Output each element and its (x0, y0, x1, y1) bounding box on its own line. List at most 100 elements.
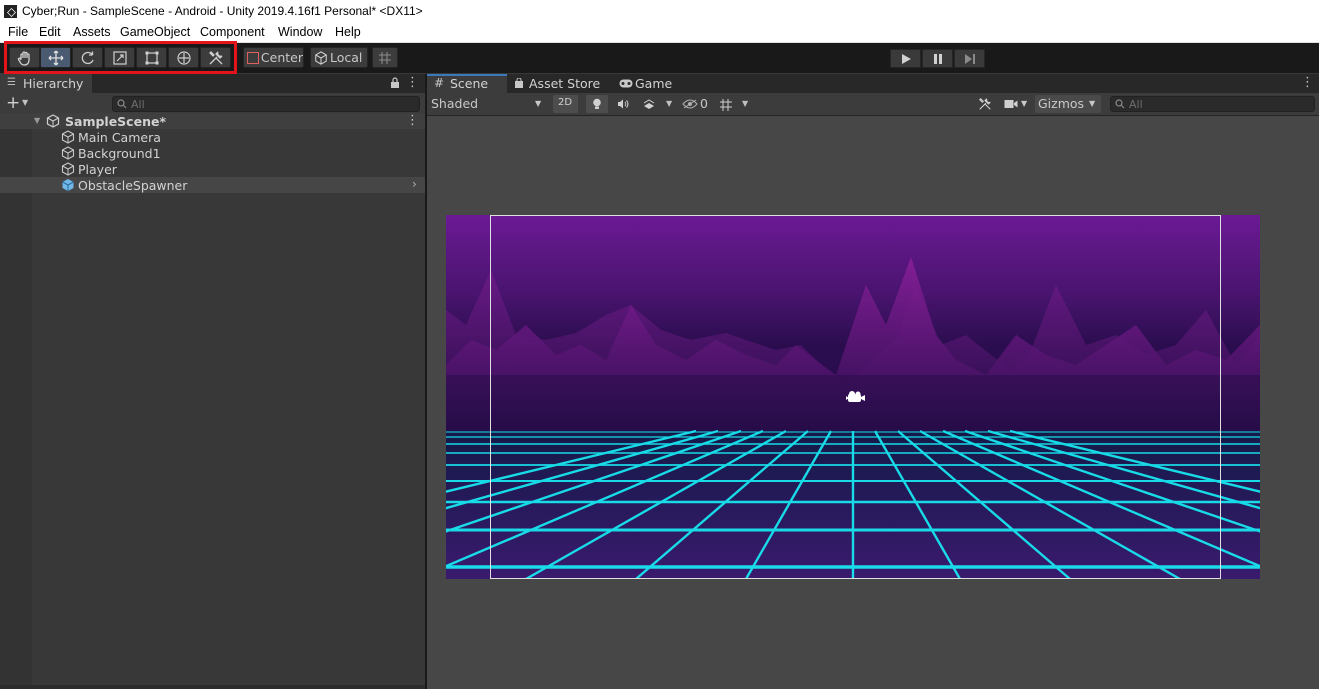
shading-mode-dropdown[interactable]: Shaded ▼ (427, 95, 547, 113)
hierarchy-item-label: Player (78, 162, 117, 177)
menu-assets[interactable]: Assets (73, 25, 111, 39)
menu-gameobject[interactable]: GameObject (120, 25, 190, 39)
hierarchy-panel: ☰ Hierarchy ⋮ + ▼ All ▼ SampleScene* ⋮ M… (0, 74, 425, 689)
unity-scene-icon (46, 114, 60, 128)
hierarchy-tab-label: Hierarchy (23, 76, 84, 91)
hierarchy-gutter (0, 115, 32, 689)
lock-icon[interactable] (390, 77, 400, 89)
tool-selection-highlight (4, 41, 237, 74)
tab-scene-label: Scene (450, 76, 489, 91)
pause-icon (933, 53, 942, 64)
hidden-objects-toggle[interactable]: 0 (681, 95, 711, 113)
pivot-center-icon (247, 51, 259, 64)
eye-slash-icon (682, 99, 698, 109)
tab-asset-store[interactable]: Asset Store (511, 74, 611, 93)
pivot-rotation-toggle[interactable]: Local (310, 47, 368, 68)
chevron-down-icon: ▼ (1089, 99, 1096, 108)
tab-scene[interactable]: # Scene (427, 74, 507, 93)
panel-menu-icon[interactable]: ⋮ (406, 75, 419, 90)
step-icon (964, 53, 975, 64)
step-button[interactable] (954, 49, 985, 68)
gizmos-label: Gizmos (1038, 96, 1085, 111)
chevron-right-icon[interactable]: › (412, 177, 417, 191)
scene-viewport[interactable] (446, 215, 1260, 579)
hierarchy-item-label: Background1 (78, 146, 161, 161)
search-placeholder: All (131, 98, 145, 111)
window-title: Cyber;Run - SampleScene - Android - Unit… (22, 4, 423, 18)
list-icon: ☰ (7, 77, 16, 88)
effects-dropdown-icon[interactable]: ▼ (666, 99, 672, 108)
hidden-objects-count: 0 (700, 96, 708, 111)
hierarchy-item[interactable]: Background1 (0, 145, 425, 161)
search-placeholder: All (1129, 98, 1143, 111)
scene-menu-icon[interactable]: ⋮ (406, 113, 419, 128)
tools-icon (978, 97, 991, 110)
tab-game-label: Game (635, 76, 673, 91)
lightbulb-icon (593, 98, 601, 109)
pivot-rotation-label: Local (330, 50, 363, 65)
hierarchy-item-selected[interactable]: ObstacleSpawner › (0, 177, 425, 193)
pivot-mode-toggle[interactable]: Center (243, 47, 304, 68)
hierarchy-tab-bar: ☰ Hierarchy ⋮ (0, 74, 425, 93)
menu-file[interactable]: File (8, 25, 28, 39)
gameobject-icon (61, 146, 75, 160)
hierarchy-item[interactable]: Main Camera (0, 129, 425, 145)
chevron-down-icon: ▼ (1021, 99, 1028, 108)
camera-icon (1004, 100, 1018, 108)
tab-hierarchy[interactable]: ☰ Hierarchy (0, 74, 92, 93)
search-icon (117, 99, 127, 112)
lighting-toggle[interactable] (586, 95, 608, 113)
menu-help[interactable]: Help (335, 25, 361, 39)
tab-game[interactable]: Game (617, 74, 687, 93)
unity-logo-icon (4, 5, 17, 18)
pause-button[interactable] (922, 49, 953, 68)
audio-toggle[interactable] (614, 95, 632, 113)
window-title-bar: Cyber;Run - SampleScene - Android - Unit… (0, 0, 1319, 23)
play-button[interactable] (890, 49, 921, 68)
scene-panel: # Scene Asset Store Game ⋮ Shaded ▼ 2D ▼… (427, 74, 1319, 689)
hierarchy-search-input[interactable]: All (112, 96, 420, 112)
shading-mode-label: Shaded (431, 96, 479, 111)
grid-icon (720, 99, 732, 111)
scene-tab-bar: # Scene Asset Store Game ⋮ (427, 74, 1319, 93)
menu-edit[interactable]: Edit (39, 25, 61, 39)
chevron-down-icon[interactable]: ▼ (22, 98, 28, 107)
grid-icon: # (434, 76, 445, 90)
add-object-icon[interactable]: + (6, 93, 20, 113)
hierarchy-item-label: Main Camera (78, 130, 161, 145)
bag-icon (515, 78, 523, 88)
search-icon (1115, 99, 1125, 112)
effects-toggle[interactable] (640, 95, 658, 113)
scene-toolbar: Shaded ▼ 2D ▼ 0 ▼ ▼ Gizmos ▼ All (427, 93, 1319, 116)
gameobject-icon (61, 130, 75, 144)
hierarchy-item[interactable]: Player (0, 161, 425, 177)
menu-component[interactable]: Component (200, 25, 265, 39)
scene-search-input[interactable]: All (1110, 96, 1315, 112)
2d-mode-label: 2D (558, 97, 573, 108)
speaker-icon (618, 99, 629, 109)
camera-settings-dropdown[interactable]: ▼ (1003, 95, 1031, 113)
2d-mode-toggle[interactable]: 2D (553, 95, 578, 113)
local-cube-icon (315, 50, 327, 65)
grid-snap-icon (379, 51, 391, 64)
panel-menu-icon[interactable]: ⋮ (1301, 75, 1314, 90)
panel-bottom-edge (0, 685, 425, 689)
scene-name: SampleScene* (65, 114, 166, 129)
gamepad-icon (619, 79, 633, 88)
tools-toggle[interactable] (976, 95, 996, 113)
play-icon (901, 53, 911, 64)
grid-visibility-toggle[interactable] (716, 95, 736, 113)
expand-arrow-icon[interactable]: ▼ (34, 116, 40, 125)
scene-row[interactable]: ▼ SampleScene* ⋮ (0, 113, 425, 129)
menu-window[interactable]: Window (278, 25, 322, 39)
grid-snap-button[interactable] (372, 47, 398, 68)
chevron-down-icon: ▼ (535, 99, 542, 108)
grid-dropdown-icon[interactable]: ▼ (742, 99, 748, 108)
background-sprite (446, 215, 1260, 579)
gameobject-icon (61, 162, 75, 176)
gizmos-dropdown[interactable]: Gizmos ▼ (1035, 95, 1101, 113)
menu-bar: File Edit Assets GameObject Component Wi… (0, 23, 1319, 43)
tab-asset-store-label: Asset Store (529, 76, 601, 91)
effects-icon (643, 99, 655, 109)
hierarchy-item-label: ObstacleSpawner (78, 178, 188, 193)
